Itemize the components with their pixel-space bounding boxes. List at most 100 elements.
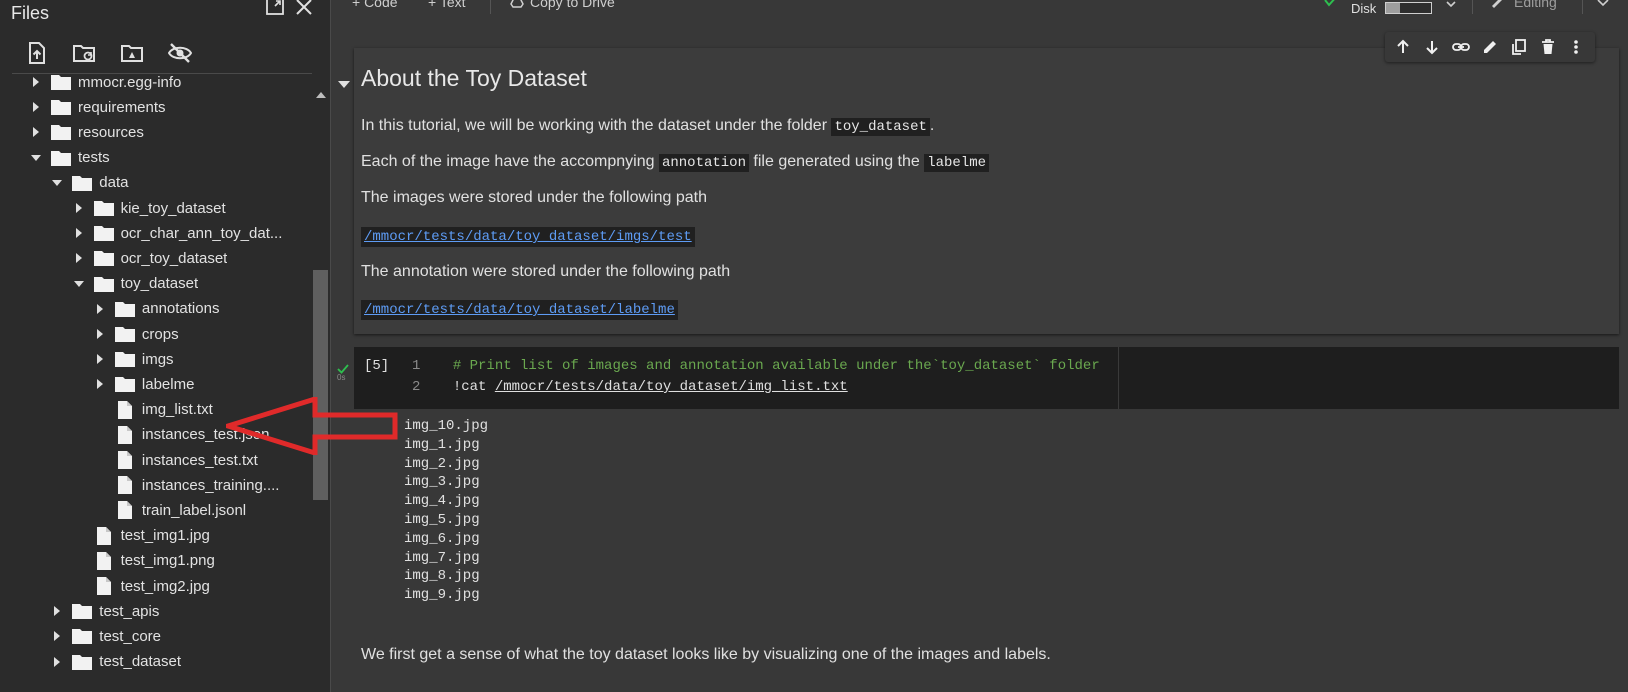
- expand-caret-icon[interactable]: [50, 604, 64, 618]
- scroll-up-arrow-icon[interactable]: [316, 86, 326, 104]
- scrollbar-thumb[interactable]: [313, 270, 328, 500]
- file-path-link[interactable]: /mmocr/tests/data/toy_dataset/img_list.t…: [495, 379, 848, 395]
- tree-folder-item[interactable]: kie_toy_dataset: [72, 195, 226, 221]
- tree-item-label: mmocr.egg-info: [78, 73, 182, 91]
- collapse-section-icon[interactable]: [338, 76, 350, 94]
- red-arrow-annotation: [226, 397, 398, 455]
- expand-caret-icon[interactable]: [29, 100, 43, 114]
- tree-item-label: instances_training....: [141, 476, 280, 494]
- file-icon: [94, 551, 114, 570]
- expand-caret-icon[interactable]: [93, 352, 107, 366]
- paragraph-text: .: [929, 117, 935, 134]
- expand-caret-icon[interactable]: [93, 377, 107, 391]
- expand-caret-icon[interactable]: [50, 655, 64, 669]
- tree-file-item[interactable]: img_list.txt: [93, 397, 213, 423]
- annotation-path-link-row: /mmocr/tests/data/toy_dataset/labelme: [361, 300, 678, 320]
- tree-folder-item[interactable]: ocr_toy_dataset: [72, 245, 227, 271]
- paragraph-annotation-path: The annotation were stored under the fol…: [361, 263, 731, 280]
- execution-count[interactable]: [5]: [364, 358, 389, 374]
- tree-file-item[interactable]: test_img2.jpg: [72, 573, 210, 599]
- tree-folder-item[interactable]: toy_dataset: [72, 271, 198, 297]
- inline-code: toy_dataset: [831, 118, 930, 136]
- expand-caret-icon[interactable]: [72, 201, 86, 215]
- more-icon[interactable]: [1565, 36, 1587, 58]
- panel-divider[interactable]: [330, 0, 331, 692]
- tree-folder-item[interactable]: data: [50, 170, 129, 196]
- add-text-button[interactable]: + Text: [428, 0, 466, 10]
- editing-mode-button[interactable]: Editing: [1514, 0, 1557, 10]
- tree-folder-item[interactable]: test_dataset: [50, 649, 181, 675]
- tree-folder-item[interactable]: imgs: [93, 346, 174, 372]
- mirror-cell-icon[interactable]: [1508, 36, 1530, 58]
- caret-spacer: [93, 403, 107, 417]
- next-paragraph: We first get a sense of what the toy dat…: [361, 646, 1051, 663]
- caret-spacer: [72, 529, 86, 543]
- copy-to-drive-button[interactable]: Copy to Drive: [530, 0, 615, 10]
- move-up-icon[interactable]: [1392, 36, 1414, 58]
- tree-item-label: test_img2.jpg: [120, 577, 210, 595]
- code-cell[interactable]: [354, 347, 1619, 409]
- tree-file-item[interactable]: train_label.jsonl: [93, 497, 246, 523]
- tree-folder-item[interactable]: mmocr.egg-info: [29, 69, 181, 95]
- tree-folder-item[interactable]: annotations: [93, 296, 219, 322]
- tree-folder-item[interactable]: test_apis: [50, 598, 159, 624]
- collapse-caret-icon[interactable]: [29, 151, 43, 165]
- tree-folder-item[interactable]: test_core: [50, 623, 161, 649]
- drive-icon: [510, 0, 524, 13]
- images-path-link[interactable]: /mmocr/tests/data/toy_dataset/imgs/test: [361, 227, 695, 247]
- tree-item-label: imgs: [141, 350, 174, 368]
- folder-icon: [93, 249, 114, 267]
- tree-item-label: resources: [78, 123, 144, 141]
- expand-caret-icon[interactable]: [93, 327, 107, 341]
- caret-spacer: [93, 478, 107, 492]
- disk-usage-fill: [1386, 3, 1400, 13]
- expand-caret-icon[interactable]: [50, 629, 64, 643]
- collapse-caret-icon[interactable]: [50, 176, 64, 190]
- annotation-path-link[interactable]: /mmocr/tests/data/toy_dataset/labelme: [361, 300, 678, 320]
- tree-folder-item[interactable]: resources: [29, 119, 144, 145]
- folder-icon: [51, 123, 71, 141]
- tree-folder-item[interactable]: requirements: [29, 94, 166, 120]
- move-down-icon[interactable]: [1421, 36, 1443, 58]
- tree-folder-item[interactable]: ocr_char_ann_toy_dat...: [72, 220, 282, 246]
- tree-item-label: test_dataset: [99, 653, 182, 671]
- folder-icon: [72, 174, 93, 192]
- tree-file-item[interactable]: instances_training....: [93, 472, 280, 498]
- add-code-button[interactable]: + Code: [352, 0, 398, 10]
- line-number: 1: [412, 358, 421, 374]
- file-icon: [115, 476, 135, 495]
- expand-caret-icon[interactable]: [29, 75, 43, 89]
- expand-caret-icon[interactable]: [72, 226, 86, 240]
- file-icon: [115, 400, 135, 419]
- expand-caret-icon[interactable]: [93, 302, 107, 316]
- tree-file-item[interactable]: test_img1.jpg: [72, 523, 210, 549]
- delete-icon[interactable]: [1537, 36, 1559, 58]
- shell-command: !cat: [452, 379, 495, 395]
- resources-dropdown-icon[interactable]: [1446, 0, 1456, 14]
- expand-caret-icon[interactable]: [29, 125, 43, 139]
- link-icon[interactable]: [1450, 36, 1472, 58]
- output-line: img_10.jpg: [404, 418, 489, 434]
- caret-spacer: [93, 453, 107, 467]
- folder-icon: [51, 149, 71, 167]
- toolbar-separator: [1472, 0, 1473, 14]
- tree-folder-item[interactable]: tests: [29, 145, 110, 171]
- tree-item-label: img_list.txt: [141, 401, 213, 419]
- disk-label: Disk: [1351, 1, 1377, 16]
- tree-folder-item[interactable]: crops: [93, 321, 179, 347]
- paragraph-text: In this tutorial, we will be working wit…: [361, 117, 832, 134]
- tree-item-label: tests: [78, 149, 110, 167]
- line-number: 2: [412, 379, 421, 395]
- disk-usage-bar[interactable]: [1385, 2, 1432, 14]
- collapse-header-icon[interactable]: [1597, 0, 1609, 14]
- folder-icon: [114, 350, 135, 368]
- output-line: img_6.jpg: [404, 530, 480, 547]
- collapse-caret-icon[interactable]: [72, 277, 86, 291]
- folder-icon: [93, 224, 114, 242]
- file-icon: [94, 577, 114, 595]
- expand-caret-icon[interactable]: [72, 251, 86, 265]
- tree-file-item[interactable]: test_img1.png: [72, 548, 215, 574]
- edit-icon[interactable]: [1479, 36, 1501, 58]
- images-path-link-row: /mmocr/tests/data/toy_dataset/imgs/test: [361, 227, 695, 247]
- tree-folder-item[interactable]: labelme: [93, 371, 194, 397]
